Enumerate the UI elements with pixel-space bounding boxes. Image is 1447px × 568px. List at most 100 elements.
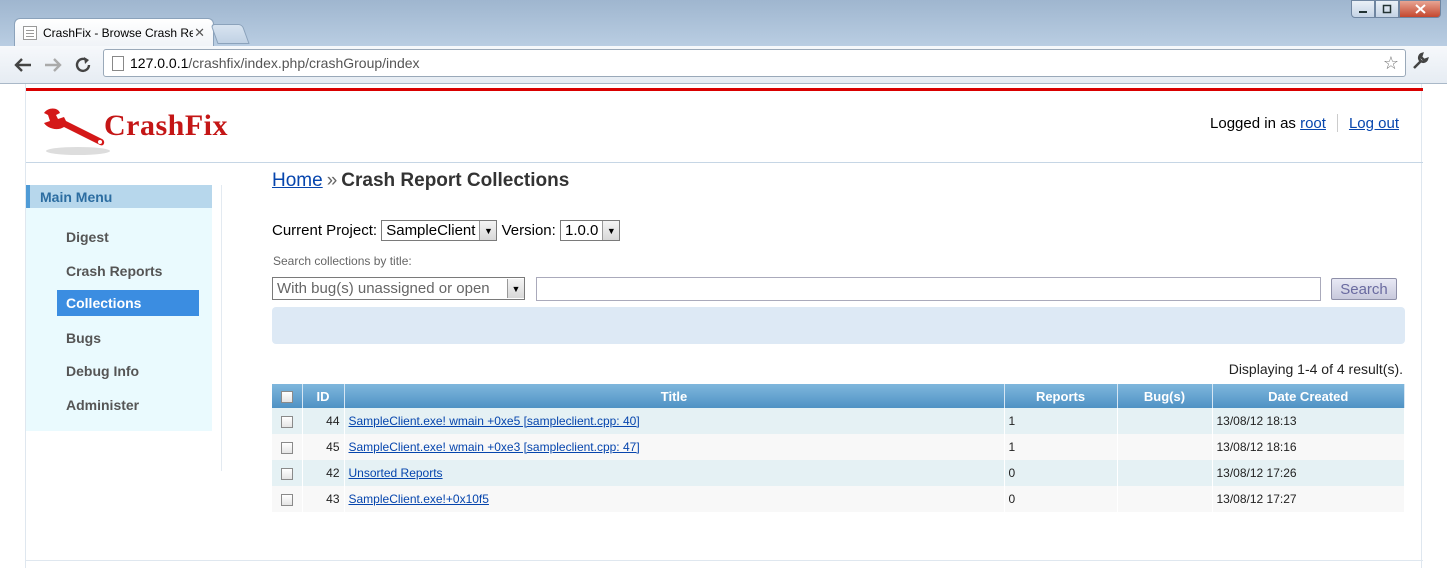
result-summary: Displaying 1-4 of 4 result(s). bbox=[1228, 361, 1403, 377]
breadcrumb-home-link[interactable]: Home bbox=[272, 170, 323, 191]
version-select[interactable]: 1.0.0 ▼ bbox=[559, 220, 621, 241]
sidebar-item-bugs[interactable]: Bugs bbox=[57, 325, 199, 351]
row-reports: 0 bbox=[1004, 460, 1118, 486]
maximize-icon[interactable] bbox=[1375, 0, 1399, 18]
row-select-cell bbox=[272, 434, 303, 460]
row-title-cell: SampleClient.exe! wmain +0xe5 [samplecli… bbox=[344, 408, 1005, 434]
sidebar-item-collections[interactable]: Collections bbox=[57, 290, 199, 316]
row-date: 13/08/12 18:13 bbox=[1212, 408, 1405, 434]
logout-link[interactable]: Log out bbox=[1349, 115, 1399, 132]
page-title: Crash Report Collections bbox=[341, 170, 570, 191]
site-header: CrashFix Logged in as root Log out bbox=[26, 91, 1423, 163]
info-panel bbox=[272, 307, 1405, 344]
sidebar-item-debug-info[interactable]: Debug Info bbox=[57, 358, 199, 384]
table-row: 42 Unsorted Reports 0 13/08/12 17:26 bbox=[272, 460, 1405, 486]
status-filter-value: With bug(s) unassigned or open bbox=[277, 280, 490, 297]
row-select-cell bbox=[272, 460, 303, 486]
window-controls bbox=[1351, 0, 1441, 18]
project-label: Current Project: bbox=[272, 222, 378, 239]
search-row: With bug(s) unassigned or open ▼ Search bbox=[272, 277, 1398, 301]
row-title-cell: Unsorted Reports bbox=[344, 460, 1005, 486]
status-filter-select[interactable]: With bug(s) unassigned or open ▼ bbox=[272, 277, 525, 300]
browser-titlebar: CrashFix - Browse Crash Re ✕ bbox=[0, 0, 1447, 46]
bookmark-star-icon[interactable]: ☆ bbox=[1383, 53, 1399, 74]
reload-icon[interactable] bbox=[70, 52, 96, 78]
logged-in-label: Logged in as bbox=[1210, 114, 1296, 132]
column-header-bugs[interactable]: Bug(s) bbox=[1117, 384, 1213, 408]
select-all-header bbox=[272, 384, 303, 408]
row-id: 44 bbox=[302, 408, 345, 434]
row-checkbox[interactable] bbox=[280, 493, 293, 506]
column-header-title[interactable]: Title bbox=[344, 384, 1005, 408]
row-id: 45 bbox=[302, 434, 345, 460]
brand-name[interactable]: CrashFix bbox=[104, 109, 228, 143]
row-bugs bbox=[1117, 486, 1213, 512]
project-select-value: SampleClient bbox=[386, 222, 476, 239]
row-date: 13/08/12 18:16 bbox=[1212, 434, 1405, 460]
table-row: 43 SampleClient.exe!+0x10f5 0 13/08/12 1… bbox=[272, 486, 1405, 512]
row-date: 13/08/12 17:26 bbox=[1212, 460, 1405, 486]
row-reports: 1 bbox=[1004, 434, 1118, 460]
row-title-link[interactable]: SampleClient.exe!+0x10f5 bbox=[349, 492, 489, 506]
tab-close-icon[interactable]: ✕ bbox=[194, 25, 205, 41]
table-header-row: ID Title Reports Bug(s) Date Created bbox=[272, 384, 1405, 408]
username-link[interactable]: root bbox=[1300, 115, 1326, 132]
collections-table: ID Title Reports Bug(s) Date Created 44 … bbox=[272, 384, 1405, 512]
select-all-checkbox[interactable] bbox=[280, 391, 293, 404]
search-button[interactable]: Search bbox=[1331, 278, 1397, 300]
address-bar[interactable]: 127.0.0.1/crashfix/index.php/crashGroup/… bbox=[103, 49, 1406, 77]
row-id: 43 bbox=[302, 486, 345, 512]
column-header-reports[interactable]: Reports bbox=[1004, 384, 1118, 408]
row-checkbox[interactable] bbox=[280, 415, 293, 428]
browser-tab[interactable]: CrashFix - Browse Crash Re ✕ bbox=[14, 18, 214, 46]
new-tab-button[interactable] bbox=[210, 24, 250, 44]
page-container: CrashFix Logged in as root Log out Main … bbox=[25, 84, 1423, 568]
search-hint: Search collections by title: bbox=[273, 254, 412, 268]
footer-divider bbox=[26, 560, 1423, 561]
main-menu: Main Menu Digest Crash Reports Collectio… bbox=[26, 185, 212, 431]
row-date: 13/08/12 17:27 bbox=[1212, 486, 1405, 512]
chevron-down-icon: ▼ bbox=[602, 221, 620, 240]
url-path: /crashfix/index.php/crashGroup/index bbox=[188, 55, 420, 71]
page-viewport: CrashFix Logged in as root Log out Main … bbox=[0, 84, 1447, 568]
row-select-cell bbox=[272, 408, 303, 434]
row-checkbox[interactable] bbox=[280, 441, 293, 454]
version-label: Version: bbox=[501, 222, 556, 239]
row-title-cell: SampleClient.exe! wmain +0xe3 [samplecli… bbox=[344, 434, 1005, 460]
table-row: 44 SampleClient.exe! wmain +0xe5 [sample… bbox=[272, 408, 1405, 434]
main-menu-title: Main Menu bbox=[26, 185, 212, 208]
back-arrow-icon[interactable] bbox=[10, 52, 36, 78]
project-select[interactable]: SampleClient ▼ bbox=[381, 220, 498, 241]
row-title-link[interactable]: SampleClient.exe! wmain +0xe5 [samplecli… bbox=[349, 414, 640, 428]
column-header-date-created[interactable]: Date Created bbox=[1212, 384, 1405, 408]
sidebar-item-administer[interactable]: Administer bbox=[57, 392, 199, 418]
user-bar-divider bbox=[1336, 114, 1338, 132]
breadcrumb-separator: » bbox=[326, 170, 338, 191]
column-header-id[interactable]: ID bbox=[302, 384, 345, 408]
row-reports: 1 bbox=[1004, 408, 1118, 434]
user-bar: Logged in as root Log out bbox=[1210, 114, 1399, 132]
row-bugs bbox=[1117, 408, 1213, 434]
page-icon bbox=[112, 55, 124, 71]
search-input[interactable] bbox=[536, 277, 1321, 301]
page-favicon-icon bbox=[23, 25, 37, 40]
row-title-link[interactable]: Unsorted Reports bbox=[349, 466, 443, 480]
window-close-icon[interactable] bbox=[1399, 0, 1441, 18]
minimize-icon[interactable] bbox=[1351, 0, 1375, 18]
sidebar-item-digest[interactable]: Digest bbox=[57, 224, 199, 250]
breadcrumb: Home» Crash Report Collections bbox=[272, 170, 569, 192]
url-host: 127.0.0.1 bbox=[130, 55, 189, 71]
project-filter-row: Current Project: SampleClient ▼ Version:… bbox=[272, 220, 621, 241]
sidebar-item-crash-reports[interactable]: Crash Reports bbox=[57, 258, 199, 284]
version-select-value: 1.0.0 bbox=[564, 222, 599, 239]
forward-arrow-icon[interactable] bbox=[40, 52, 66, 78]
chevron-down-icon: ▼ bbox=[507, 279, 524, 298]
row-title-link[interactable]: SampleClient.exe! wmain +0xe3 [samplecli… bbox=[349, 440, 640, 454]
wrench-icon[interactable] bbox=[1411, 52, 1429, 75]
row-bugs bbox=[1117, 434, 1213, 460]
row-select-cell bbox=[272, 486, 303, 512]
row-bugs bbox=[1117, 460, 1213, 486]
table-row: 45 SampleClient.exe! wmain +0xe3 [sample… bbox=[272, 434, 1405, 460]
sidebar-divider bbox=[221, 185, 222, 471]
row-checkbox[interactable] bbox=[280, 467, 293, 480]
